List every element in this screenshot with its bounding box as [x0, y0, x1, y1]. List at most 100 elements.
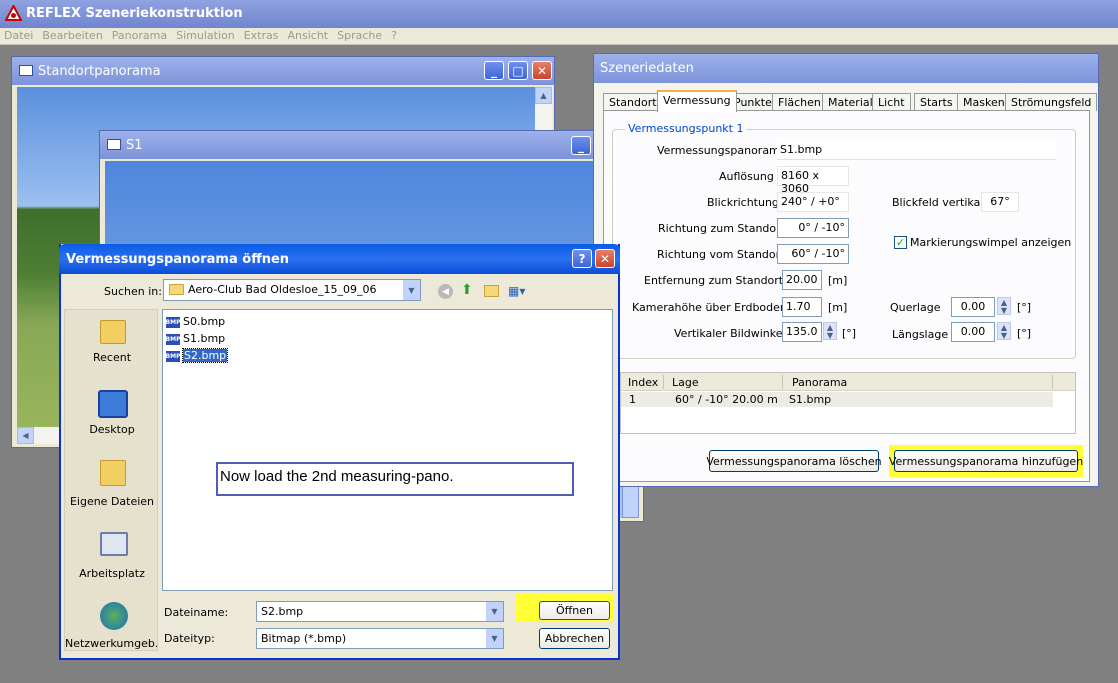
querlage-input[interactable]: 0.00 — [951, 297, 995, 317]
resize-grip-icon[interactable] — [622, 486, 639, 518]
vertical-angle-unit: [°] — [842, 327, 857, 340]
place-label: Desktop — [89, 423, 135, 436]
distance-input[interactable]: 20.00 — [782, 270, 822, 290]
lookin-value: Aero-Club Bad Oldesloe_15_09_06 — [188, 283, 377, 296]
scroll-up-button[interactable]: ▲ — [535, 87, 552, 104]
table-row[interactable]: 1 60° / -10° 20.00 m S1.bmp — [621, 392, 1053, 407]
chevron-down-icon[interactable]: ▼ — [486, 602, 503, 621]
file-item-s2[interactable]: BMP S2.bmp — [165, 348, 229, 363]
chevron-down-icon[interactable]: ▼ — [403, 280, 420, 300]
places-bar: Recent Desktop Eigene Dateien Arbeitspla… — [64, 309, 158, 651]
place-desktop[interactable]: Desktop — [65, 390, 157, 440]
help-button[interactable]: ? — [572, 249, 592, 268]
menu-bearbeiten[interactable]: Bearbeiten — [42, 29, 102, 42]
filetype-select[interactable]: Bitmap (*.bmp) ▼ — [256, 628, 504, 649]
add-pano-button[interactable]: Vermessungspanorama hinzufügen — [889, 450, 1083, 472]
vertical-angle-spinner[interactable]: ▲ ▼ — [823, 322, 837, 340]
group-title: Vermessungspunkt 1 — [625, 122, 747, 135]
close-button[interactable]: ✕ — [595, 249, 615, 268]
tab-strip: Standort Vermessung Punkte Flächen Mater… — [603, 90, 1098, 112]
lookin-label: Suchen in: — [104, 285, 162, 298]
app-title: REFLEX Szeneriekonstruktion — [26, 6, 243, 21]
back-icon[interactable]: ◀ — [438, 284, 453, 299]
place-network[interactable]: Netzwerkumgeb... — [65, 602, 158, 650]
place-label: Netzwerkumgeb... — [65, 637, 158, 650]
fov-value: 67° — [981, 192, 1019, 212]
view-menu-icon[interactable]: ▦▾ — [508, 284, 530, 299]
direction-label: Blickrichtung — [707, 196, 779, 209]
file-item-s1[interactable]: BMP S1.bmp — [166, 332, 226, 346]
up-folder-icon[interactable]: ⬆ — [461, 283, 475, 298]
header-index[interactable]: Index — [628, 376, 658, 389]
cell-index: 1 — [629, 393, 636, 406]
camera-height-label: Kamerahöhe über Erdboden — [632, 301, 787, 314]
spin-down-icon[interactable]: ▼ — [827, 331, 833, 339]
cell-lage: 60° / -10° 20.00 m — [675, 393, 778, 406]
bmp-file-icon: BMP — [165, 350, 181, 362]
file-item-s0[interactable]: BMP S0.bmp — [166, 315, 226, 329]
camera-height-input[interactable]: 1.70 — [782, 297, 822, 317]
spin-up-icon[interactable]: ▲ — [1001, 298, 1007, 306]
filename-value: S2.bmp — [261, 605, 304, 618]
computer-icon — [100, 532, 128, 556]
laengslage-unit: [°] — [1017, 327, 1032, 340]
tab-flaechen[interactable]: Flächen — [772, 93, 827, 111]
new-folder-icon[interactable] — [484, 285, 499, 297]
table-header: Index Lage Panorama — [621, 373, 1075, 391]
menu-datei[interactable]: Datei — [4, 29, 33, 42]
menu-sprache[interactable]: Sprache — [337, 29, 382, 42]
to-standort-input[interactable]: 0° / -10° — [777, 218, 849, 238]
menu-extras[interactable]: Extras — [244, 29, 279, 42]
file-name: S1.bmp — [183, 332, 226, 345]
close-button[interactable]: ✕ — [532, 61, 552, 80]
spin-up-icon[interactable]: ▲ — [1001, 323, 1007, 331]
camera-height-unit: [m] — [828, 301, 848, 314]
tab-stroemungsfeld[interactable]: Strömungsfeld — [1005, 93, 1098, 111]
spin-up-icon[interactable]: ▲ — [827, 323, 833, 331]
scroll-left-button[interactable]: ◀ — [17, 427, 34, 444]
distance-unit: [m] — [828, 274, 848, 287]
maximize-button[interactable]: □ — [508, 61, 528, 80]
header-panorama[interactable]: Panorama — [792, 376, 847, 389]
folder-icon — [169, 284, 184, 295]
resolution-value: 8160 x 3060 — [777, 166, 849, 195]
resolution-label: Auflösung — [719, 170, 774, 183]
minimize-button[interactable]: _ — [484, 61, 504, 80]
checkbox-label[interactable]: Markierungswimpel anzeigen — [910, 236, 1071, 249]
lookin-select[interactable]: Aero-Club Bad Oldesloe_15_09_06 ▼ — [163, 279, 421, 301]
chevron-down-icon[interactable]: ▼ — [486, 629, 503, 648]
menu-panorama[interactable]: Panorama — [112, 29, 167, 42]
menu-help[interactable]: ? — [391, 29, 397, 42]
tab-starts[interactable]: Starts — [914, 93, 959, 111]
tab-masken[interactable]: Masken — [957, 93, 1011, 111]
querlage-spinner[interactable]: ▲ ▼ — [997, 297, 1011, 315]
file-name-selected: S2.bmp — [181, 348, 229, 363]
place-documents[interactable]: Eigene Dateien — [65, 460, 157, 510]
tab-standort[interactable]: Standort — [603, 93, 663, 111]
file-list[interactable]: BMP S0.bmp BMP S1.bmp BMP S2.bmp Now load t… — [162, 309, 613, 591]
from-standort-input[interactable]: 60° / -10° — [777, 244, 849, 264]
menu-ansicht[interactable]: Ansicht — [287, 29, 328, 42]
checkbox-icon[interactable]: ✓ — [894, 236, 907, 249]
place-recent[interactable]: Recent — [65, 320, 157, 370]
filename-input[interactable]: S2.bmp ▼ — [256, 601, 504, 622]
spin-down-icon[interactable]: ▼ — [1001, 306, 1007, 314]
reflex-logo-icon — [5, 5, 22, 21]
standortpanorama-title: Standortpanorama — [38, 64, 161, 79]
open-button[interactable]: Öffnen — [539, 601, 610, 620]
laengslage-spinner[interactable]: ▲ ▼ — [997, 322, 1011, 340]
tab-licht[interactable]: Licht — [872, 93, 911, 111]
minimize-button[interactable]: _ — [571, 136, 591, 155]
tab-material[interactable]: Material — [822, 93, 879, 111]
cancel-button[interactable]: Abbrechen — [539, 628, 610, 649]
delete-pano-button[interactable]: Vermessungspanorama löschen — [706, 450, 882, 472]
place-label: Eigene Dateien — [69, 495, 155, 508]
tab-vermessung[interactable]: Vermessung — [657, 90, 737, 112]
vertical-angle-input[interactable]: 135.0 — [782, 322, 822, 342]
spin-down-icon[interactable]: ▼ — [1001, 331, 1007, 339]
place-label: Arbeitsplatz — [79, 567, 145, 580]
menu-simulation[interactable]: Simulation — [176, 29, 235, 42]
place-computer[interactable]: Arbeitsplatz — [65, 532, 157, 582]
header-lage[interactable]: Lage — [672, 376, 699, 389]
laengslage-input[interactable]: 0.00 — [951, 322, 995, 342]
